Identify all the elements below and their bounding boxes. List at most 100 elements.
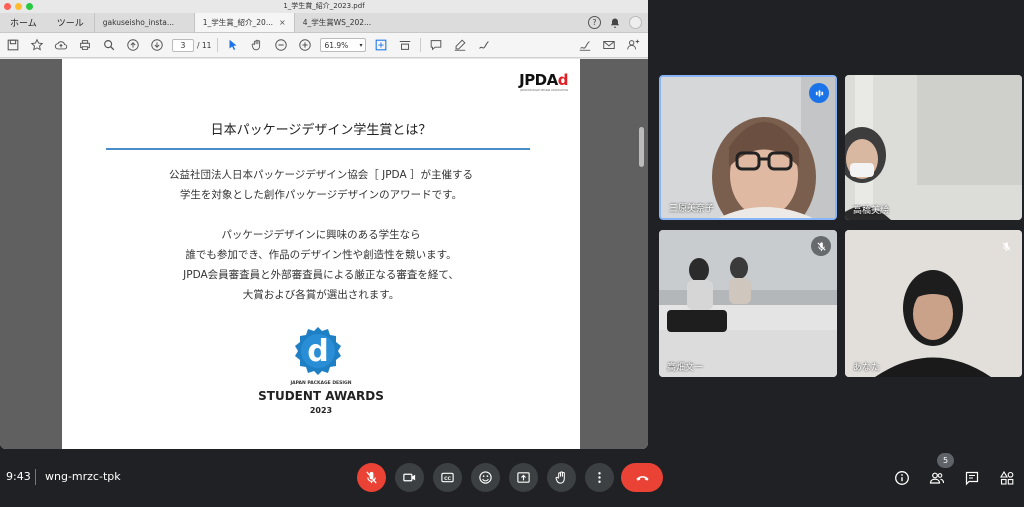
emoji-icon bbox=[479, 471, 492, 484]
window-titlebar: 1_学生賞_紹介_2023.pdf bbox=[0, 0, 648, 13]
participant-tile[interactable]: 高畑文一 bbox=[659, 230, 837, 377]
hand-tool-icon[interactable] bbox=[248, 36, 266, 54]
comment-icon[interactable] bbox=[427, 36, 445, 54]
participant-name: 高畑文一 bbox=[667, 363, 704, 373]
captions-button[interactable]: CC bbox=[433, 463, 462, 492]
speaking-indicator-icon bbox=[809, 83, 829, 103]
people-count-badge: 5 bbox=[937, 453, 954, 468]
participant-tile[interactable]: 三原美奈子 bbox=[659, 75, 837, 220]
raise-hand-button[interactable] bbox=[547, 463, 576, 492]
print-icon[interactable] bbox=[76, 36, 94, 54]
select-pointer-icon[interactable] bbox=[224, 36, 242, 54]
details-paragraph: パッケージデザインに興味のある学生なら 誰でも参加でき、作品のデザイン性や創造性… bbox=[62, 225, 580, 305]
toolbar-divider bbox=[420, 38, 422, 52]
pdf-scrollbar-thumb[interactable] bbox=[639, 127, 644, 167]
more-vertical-icon bbox=[598, 472, 601, 483]
meeting-details-button[interactable] bbox=[893, 469, 911, 487]
participant-tile[interactable]: あなた bbox=[845, 230, 1022, 377]
award-year: 2023 bbox=[309, 406, 333, 415]
participant-video bbox=[845, 230, 1022, 377]
slide-title: 日本パッケージデザイン学生賞とは？ bbox=[210, 123, 432, 138]
participant-video bbox=[845, 75, 1022, 220]
jpda-logo-text: JPDA bbox=[519, 71, 558, 89]
tab-bar: ホーム ツール gakuseisho_insta... 1_学生賞_紹介_20.… bbox=[0, 13, 648, 33]
document-tab-active[interactable]: 1_学生賞_紹介_20... × bbox=[193, 13, 294, 32]
pdf-page: JPDAd JAPAN PACKAGE DESIGN ASSOCIATION 日… bbox=[62, 59, 580, 449]
page-navigator: 3 / 11 bbox=[172, 38, 212, 52]
meeting-code: wng-mrzc-tpk bbox=[45, 470, 121, 483]
pdf-document-area[interactable]: JPDAd JAPAN PACKAGE DESIGN ASSOCIATION 日… bbox=[0, 59, 648, 449]
zoom-level-select[interactable]: 61.9% ▾ bbox=[320, 38, 367, 52]
meeting-info-divider bbox=[35, 469, 36, 485]
jpda-logo: JPDAd bbox=[519, 71, 568, 89]
paragraph-line: JPDA会員審査員と外部審査員による厳正なる審査を経て、 bbox=[183, 269, 459, 281]
help-icon[interactable]: ? bbox=[588, 16, 601, 29]
page-fit-icon[interactable] bbox=[372, 36, 390, 54]
participant-name: 三原美奈子 bbox=[669, 204, 715, 214]
document-tab[interactable]: 4_学生賞WS_202... bbox=[293, 13, 394, 32]
zoom-out-icon[interactable] bbox=[272, 36, 290, 54]
highlight-pen-icon[interactable] bbox=[451, 36, 469, 54]
leave-call-button[interactable] bbox=[621, 463, 663, 492]
next-page-icon[interactable] bbox=[148, 36, 166, 54]
microphone-toggle-button[interactable] bbox=[357, 463, 386, 492]
present-screen-icon bbox=[517, 472, 530, 483]
reactions-button[interactable] bbox=[471, 463, 500, 492]
document-tab-label: 4_学生賞WS_202... bbox=[302, 18, 372, 27]
chat-icon bbox=[965, 471, 979, 486]
meeting-controls-bar: 9:43 wng-mrzc-tpk CC bbox=[0, 460, 1024, 500]
award-caption-small: JAPAN PACKAGE DESIGN bbox=[290, 381, 352, 386]
tools-tab[interactable]: ツール bbox=[47, 13, 94, 32]
page-number-input[interactable]: 3 bbox=[172, 38, 194, 52]
pdf-toolbar: 3 / 11 61.9% ▾ bbox=[0, 33, 648, 58]
search-icon[interactable] bbox=[100, 36, 118, 54]
people-icon bbox=[929, 472, 945, 484]
jpda-logo-subtitle: JAPAN PACKAGE DESIGN ASSOCIATION bbox=[520, 89, 568, 92]
notifications-icon[interactable] bbox=[609, 17, 621, 29]
activities-shapes-icon bbox=[1000, 470, 1014, 485]
more-options-button[interactable] bbox=[585, 463, 614, 492]
zoom-level-value: 61.9% bbox=[324, 40, 349, 50]
cloud-upload-icon[interactable] bbox=[52, 36, 70, 54]
chevron-down-icon: ▾ bbox=[359, 41, 363, 49]
raise-hand-icon bbox=[555, 471, 565, 484]
meeting-clock: 9:43 bbox=[6, 470, 31, 483]
fill-sign-icon[interactable] bbox=[576, 36, 594, 54]
present-screen-button[interactable] bbox=[509, 463, 538, 492]
mail-icon[interactable] bbox=[600, 36, 618, 54]
svg-text:CC: CC bbox=[444, 476, 451, 482]
zoom-in-icon[interactable] bbox=[296, 36, 314, 54]
closed-captions-icon: CC bbox=[441, 472, 454, 483]
window-title: 1_学生賞_紹介_2023.pdf bbox=[283, 2, 365, 10]
close-tab-icon[interactable]: × bbox=[279, 18, 286, 27]
participant-video bbox=[659, 230, 837, 377]
activities-button[interactable] bbox=[998, 469, 1016, 487]
participant-tile[interactable]: 高橋美絵 bbox=[845, 75, 1022, 220]
end-call-icon bbox=[635, 476, 649, 481]
participant-name: 高橋美絵 bbox=[853, 206, 890, 216]
draw-icon[interactable] bbox=[475, 36, 493, 54]
previous-page-icon[interactable] bbox=[124, 36, 142, 54]
pdf-viewer-window: 1_学生賞_紹介_2023.pdf ホーム ツール gakuseisho_ins… bbox=[0, 0, 648, 449]
save-icon[interactable] bbox=[4, 36, 22, 54]
chat-button[interactable] bbox=[963, 469, 981, 487]
award-caption-main: STUDENT AWARDS bbox=[258, 389, 384, 403]
account-avatar-icon[interactable] bbox=[629, 16, 642, 29]
toolbar-divider bbox=[217, 38, 219, 52]
fit-width-icon[interactable] bbox=[396, 36, 414, 54]
student-awards-badge: d bbox=[295, 327, 341, 375]
document-tab-label: gakuseisho_insta... bbox=[102, 18, 175, 27]
document-tab-label: 1_学生賞_紹介_20... bbox=[202, 18, 273, 27]
participant-name: あなた bbox=[853, 363, 881, 373]
share-user-icon[interactable] bbox=[624, 36, 642, 54]
jpda-logo-mark: d bbox=[557, 71, 569, 89]
people-button[interactable] bbox=[928, 469, 946, 487]
paragraph-line: 公益社団法人日本パッケージデザイン協会［ JPDA ］が主催する bbox=[169, 169, 473, 181]
paragraph-line: 誰でも参加でき、作品のデザイン性や創造性を競います。 bbox=[185, 249, 457, 261]
document-tab[interactable]: gakuseisho_insta... bbox=[93, 13, 194, 32]
bookmark-star-icon[interactable] bbox=[28, 36, 46, 54]
paragraph-line: パッケージデザインに興味のある学生なら bbox=[221, 229, 421, 241]
camera-toggle-button[interactable] bbox=[395, 463, 424, 492]
page-total: / 11 bbox=[197, 40, 212, 50]
home-tab[interactable]: ホーム bbox=[0, 13, 47, 32]
